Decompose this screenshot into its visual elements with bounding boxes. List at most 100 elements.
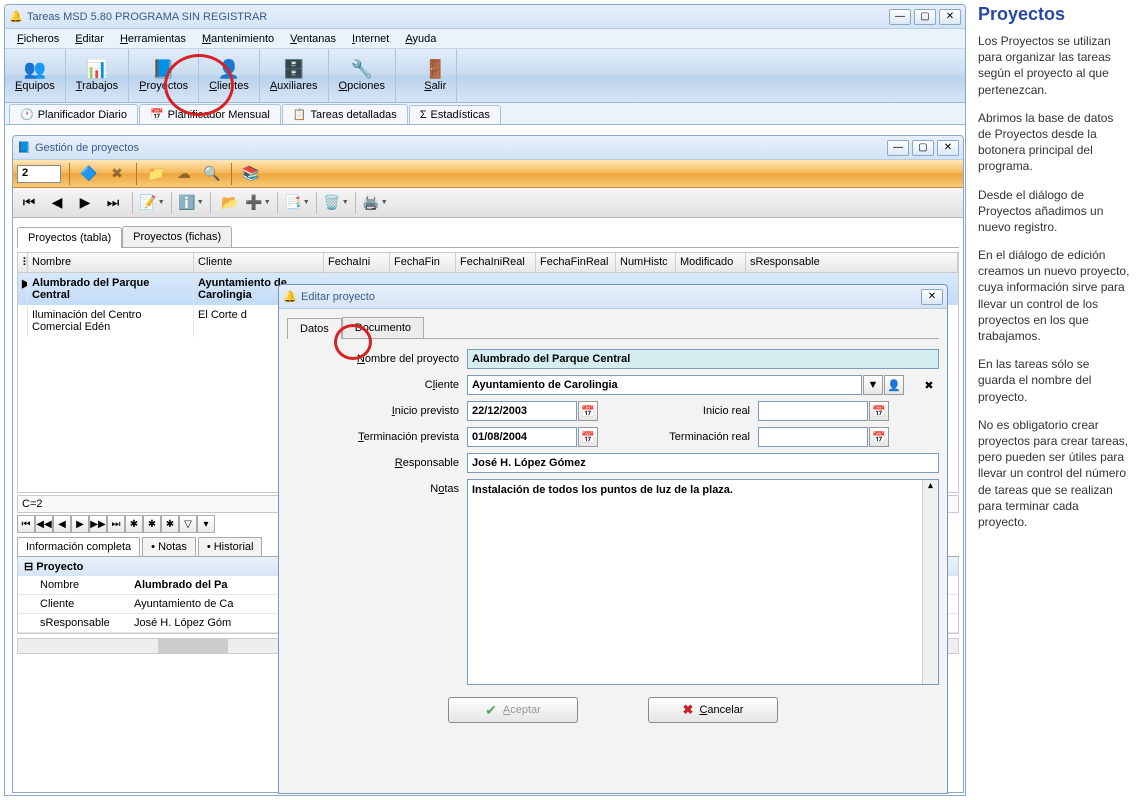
- delete-icon[interactable]: ✖: [106, 163, 128, 185]
- nav-prev-btn[interactable]: ◀◀: [35, 515, 53, 533]
- scrollbar[interactable]: ▴: [922, 480, 938, 684]
- new-record-icon[interactable]: ➕▼: [246, 191, 270, 215]
- input-cliente[interactable]: [467, 375, 862, 395]
- nav-next[interactable]: ▶: [73, 191, 97, 215]
- col-numhist[interactable]: NumHistc: [616, 253, 676, 272]
- tab-estadisticas[interactable]: ΣEstadísticas: [409, 105, 501, 124]
- cabinet-icon: 🗄️: [282, 59, 304, 80]
- input-inicio-previsto[interactable]: [467, 401, 577, 421]
- tb-trabajos[interactable]: 📊Trabajos: [66, 49, 129, 102]
- client-dropdown[interactable]: ▼: [863, 375, 883, 395]
- nav-first[interactable]: ⏮: [17, 191, 41, 215]
- itab-info[interactable]: Información completa: [17, 537, 140, 556]
- nav-del-btn[interactable]: ✱: [143, 515, 161, 533]
- print-icon[interactable]: 🖨️▼: [363, 191, 387, 215]
- delete-record-icon[interactable]: 🗑️▼: [324, 191, 348, 215]
- input-nombre[interactable]: [467, 349, 939, 369]
- nav-first-btn[interactable]: ⏮: [17, 515, 35, 533]
- tab-fichas[interactable]: Proyectos (fichas): [122, 226, 232, 247]
- calendar-icon[interactable]: 📅: [869, 427, 889, 447]
- itab-historial[interactable]: • Historial: [198, 537, 263, 556]
- search-icon[interactable]: 🔍: [201, 163, 223, 185]
- col-nombre[interactable]: Nombre: [28, 253, 194, 272]
- tb-equipos[interactable]: 👥Equipos: [5, 49, 66, 102]
- col-fechainireal[interactable]: FechaIniReal: [456, 253, 536, 272]
- maximize-button[interactable]: ▢: [912, 140, 934, 156]
- tb-auxiliares[interactable]: 🗄️Auxiliares: [260, 49, 329, 102]
- tab-tabla[interactable]: Proyectos (tabla): [17, 227, 122, 248]
- nav-add-btn[interactable]: ✱: [125, 515, 143, 533]
- menu-editar[interactable]: Editar: [67, 31, 112, 47]
- etab-datos[interactable]: Datos: [287, 318, 342, 339]
- tb-salir[interactable]: 🚪Salir: [414, 49, 457, 102]
- nav-prev[interactable]: ◀: [45, 191, 69, 215]
- tb-clientes[interactable]: 👤Clientes: [199, 49, 260, 102]
- minimize-button[interactable]: ―: [887, 140, 909, 156]
- itab-notas[interactable]: • Notas: [142, 537, 196, 556]
- cancelar-button[interactable]: ✖Cancelar: [648, 697, 778, 723]
- folder-icon[interactable]: 📁: [145, 163, 167, 185]
- record-count: 2: [17, 165, 61, 183]
- input-terminacion-prevista[interactable]: [467, 427, 577, 447]
- menu-ventanas[interactable]: Ventanas: [282, 31, 344, 47]
- nav-back-btn[interactable]: ◀: [53, 515, 71, 533]
- close-button[interactable]: ✕: [937, 140, 959, 156]
- label-inicio-previsto: Inicio previsto: [287, 405, 467, 417]
- label-inicio-real: Inicio real: [638, 405, 758, 417]
- client-add-icon[interactable]: 👤: [884, 375, 904, 395]
- projects-icon: 📘: [17, 141, 31, 155]
- menu-ayuda[interactable]: Ayuda: [397, 31, 444, 47]
- nav-drop-btn[interactable]: ▾: [197, 515, 215, 533]
- menu-herramientas[interactable]: Herramientas: [112, 31, 194, 47]
- label-terminacion-real: Terminación real: [638, 431, 758, 443]
- close-button[interactable]: ✕: [939, 9, 961, 25]
- nav-next-btn[interactable]: ▶▶: [89, 515, 107, 533]
- edit-tabs: Datos Documento: [287, 317, 939, 339]
- col-fechafinreal[interactable]: FechaFinReal: [536, 253, 616, 272]
- col-fechaini[interactable]: FechaIni: [324, 253, 390, 272]
- gestion-tabs: Proyectos (tabla) Proyectos (fichas): [17, 226, 959, 248]
- help-paragraph: Los Proyectos se utilizan para organizar…: [978, 33, 1130, 98]
- col-modificado[interactable]: Modificado: [676, 253, 746, 272]
- tb-opciones[interactable]: 🔧Opciones: [329, 49, 396, 102]
- minimize-button[interactable]: ―: [889, 9, 911, 25]
- close-button[interactable]: ✕: [921, 289, 943, 305]
- tb-proyectos[interactable]: 📘Proyectos: [129, 49, 199, 102]
- info-icon[interactable]: ℹ️▼: [179, 191, 203, 215]
- nav-fwd-btn[interactable]: ▶: [71, 515, 89, 533]
- nav-last-btn[interactable]: ⏭: [107, 515, 125, 533]
- textarea-notas[interactable]: Instalación de todos los puntos de luz d…: [467, 479, 939, 685]
- col-fechafin[interactable]: FechaFin: [390, 253, 456, 272]
- input-inicio-real[interactable]: [758, 401, 868, 421]
- nav-last[interactable]: ⏭: [101, 191, 125, 215]
- help-title: Proyectos: [978, 4, 1130, 25]
- tab-planif-mensual[interactable]: 📅Planificador Mensual: [139, 104, 281, 124]
- cloud-icon[interactable]: ☁: [173, 163, 195, 185]
- edit-icon[interactable]: 📝▼: [140, 191, 164, 215]
- open-icon[interactable]: 📂: [218, 191, 242, 215]
- book-icon[interactable]: 📚: [240, 163, 262, 185]
- col-sresponsable[interactable]: sResponsable: [746, 253, 958, 272]
- col-cliente[interactable]: Cliente: [194, 253, 324, 272]
- tab-tareas-detalladas[interactable]: 📋Tareas detalladas: [282, 104, 408, 124]
- nav-check-btn[interactable]: ✱: [161, 515, 179, 533]
- nav-funnel-btn[interactable]: ▽: [179, 515, 197, 533]
- filter-icon[interactable]: 🔷: [78, 163, 100, 185]
- help-paragraph: No es obligatorio crear proyectos para c…: [978, 417, 1130, 530]
- maximize-button[interactable]: ▢: [914, 9, 936, 25]
- menu-internet[interactable]: Internet: [344, 31, 397, 47]
- gestion-title: Gestión de proyectos: [35, 142, 887, 154]
- menu-ficheros[interactable]: Ficheros: [9, 31, 67, 47]
- input-responsable[interactable]: [467, 453, 939, 473]
- calendar-icon[interactable]: 📅: [578, 401, 598, 421]
- label-cliente: Cliente: [287, 379, 467, 391]
- aceptar-button[interactable]: ✔Aceptar: [448, 697, 578, 723]
- calendar-icon[interactable]: 📅: [869, 401, 889, 421]
- etab-documento[interactable]: Documento: [342, 317, 424, 338]
- copy-icon[interactable]: 📑▼: [285, 191, 309, 215]
- input-terminacion-real[interactable]: [758, 427, 868, 447]
- menu-mantenimiento[interactable]: Mantenimiento: [194, 31, 282, 47]
- client-clear-icon[interactable]: ✖: [919, 375, 939, 395]
- calendar-icon[interactable]: 📅: [578, 427, 598, 447]
- tab-planif-diario[interactable]: 🕐Planificador Diario: [9, 104, 138, 124]
